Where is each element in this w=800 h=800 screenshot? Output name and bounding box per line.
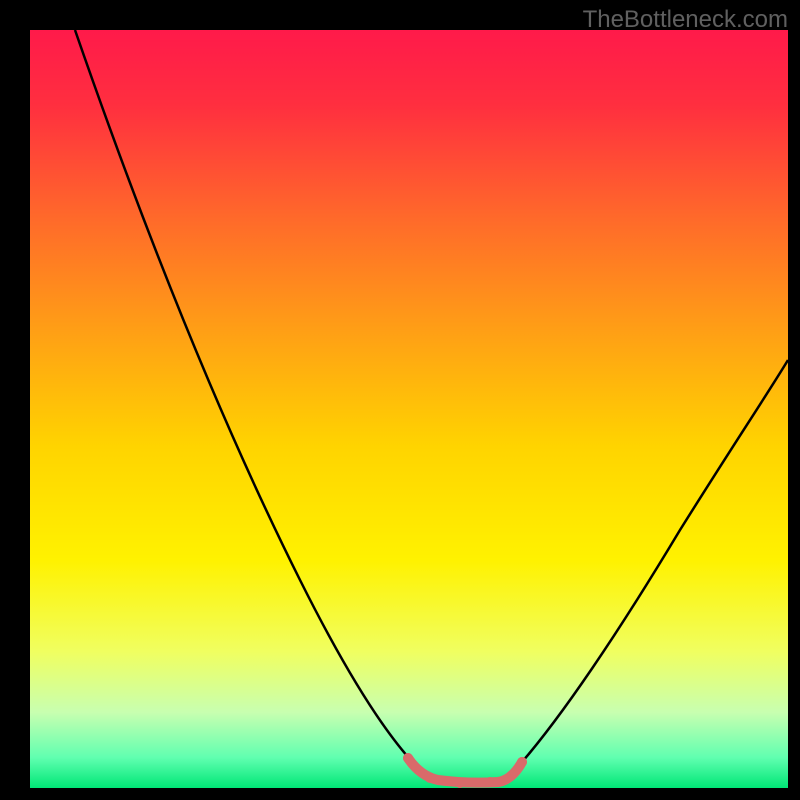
marker-dot (507, 770, 517, 780)
marker-dot (455, 778, 465, 788)
marker-dot (485, 777, 495, 787)
marker-dot (517, 757, 527, 767)
chart-svg (0, 0, 800, 800)
gradient-plot-area (30, 30, 788, 788)
marker-dot (403, 753, 413, 763)
marker-dot (425, 773, 435, 783)
bottleneck-curve-chart (0, 0, 800, 800)
watermark-text: TheBottleneck.com (583, 6, 788, 34)
